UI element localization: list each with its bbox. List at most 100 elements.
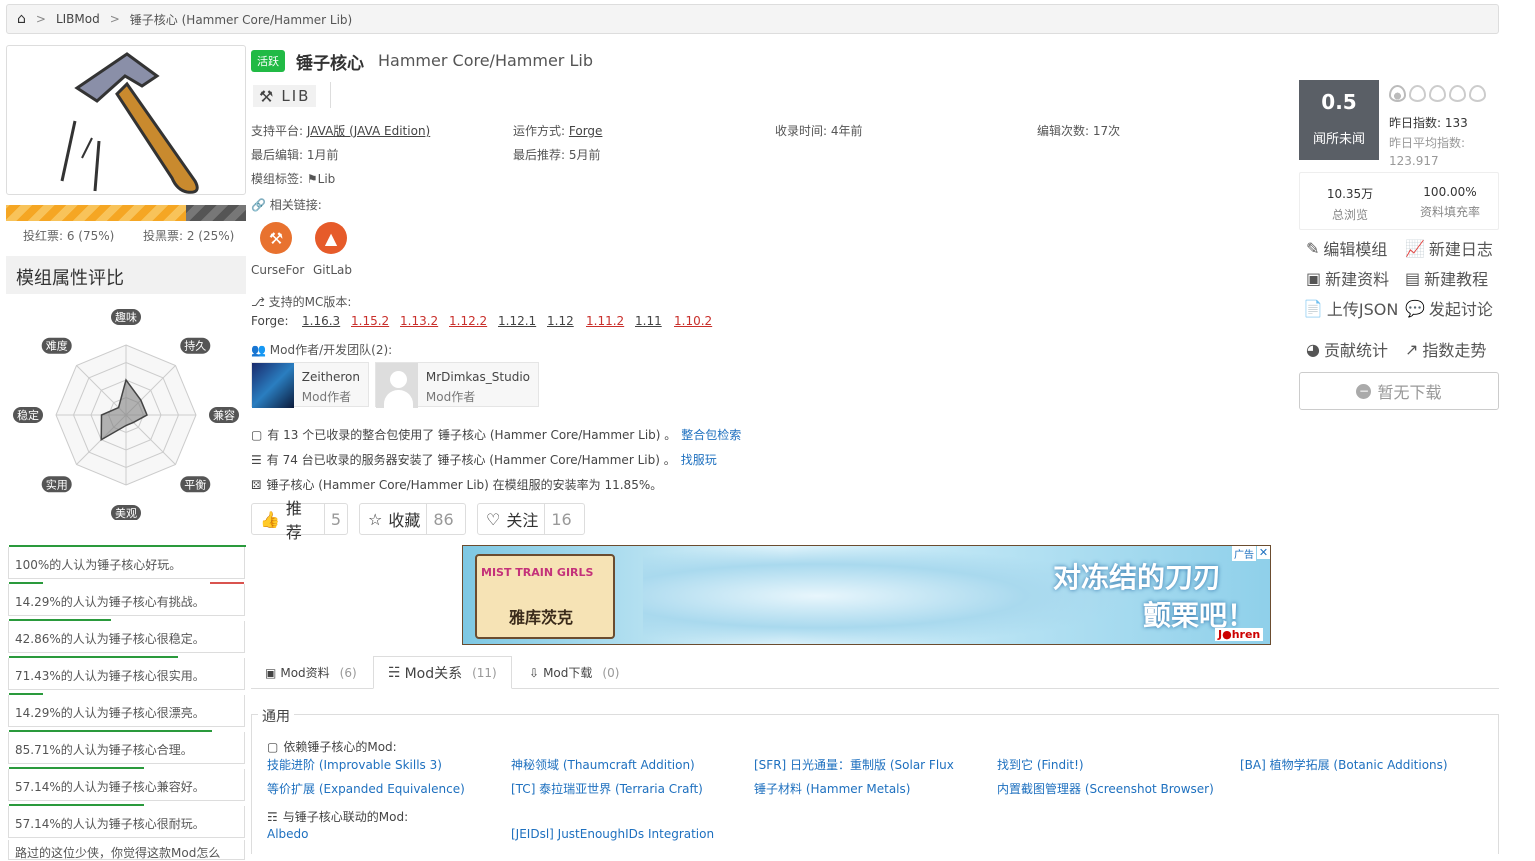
run-label: 运作方式:: [513, 124, 566, 138]
new-log-button[interactable]: 📈 新建日志: [1405, 236, 1493, 260]
dependent-mod-link[interactable]: 找到它 (Findit!): [997, 756, 1084, 773]
mc-version-link[interactable]: 1.11: [635, 314, 662, 328]
mod-subtitle: Hammer Core/Hammer Lib: [378, 51, 593, 70]
dependent-mod-link[interactable]: [BA] 植物学拓展 (Botanic Additions): [1240, 756, 1448, 773]
no-download-button[interactable]: − 暂无下载: [1299, 372, 1499, 410]
opinion-text: 85.71%的人认为锤子核心合理。: [15, 743, 193, 757]
mc-version-link[interactable]: 1.15.2: [351, 314, 389, 328]
mc-version-link[interactable]: 1.12.2: [449, 314, 487, 328]
upload-json-button[interactable]: 📄 上传JSON: [1303, 296, 1398, 320]
follow-label: 关注: [506, 511, 539, 530]
action-label: 新建日志: [1428, 240, 1493, 259]
advertisement-banner[interactable]: MIST TRAIN GIRLS 雅库茨克 对冻结的刀刃 颤栗吧！ J●hren…: [462, 545, 1271, 645]
run-link[interactable]: Forge: [569, 124, 603, 138]
start-discussion-button[interactable]: 💬 发起讨论: [1405, 296, 1493, 320]
curseforge-link[interactable]: CurseFor: [251, 263, 304, 277]
modpack-icon: ▢: [251, 427, 263, 442]
tab-bar: ▣ Mod资料 (6) ☵ Mod关系 (11) ⇩ Mod下载 (0): [251, 656, 1499, 689]
mc-version-link[interactable]: 1.16.3: [302, 314, 340, 328]
tab-count: (11): [472, 665, 497, 680]
author-card[interactable]: Zeitheron Mod作者: [251, 362, 369, 408]
tab-mod-info[interactable]: ▣ Mod资料 (6): [251, 656, 371, 689]
tutorial-icon: ▤: [1405, 268, 1421, 288]
tab-count: (0): [602, 665, 620, 680]
category-tag-label: LIB: [281, 87, 311, 105]
index-trend-button[interactable]: ↗ 指数走势: [1405, 337, 1486, 361]
dependent-mod-link[interactable]: [TC] 泰拉瑞亚世界 (Terraria Craft): [511, 780, 703, 797]
opinion-text: 57.14%的人认为锤子核心很耐玩。: [15, 817, 205, 831]
red-vote-count[interactable]: 投红票: 6 (75%): [23, 227, 114, 244]
attribute-radar-chart: 趣味持久兼容平衡美观 实用 稳定 难度: [13, 309, 239, 520]
opinion-bar: [9, 619, 111, 621]
curseforge-icon[interactable]: ⚒: [260, 222, 292, 254]
breadcrumb-current: 锤子核心 (Hammer Core/Hammer Lib): [129, 12, 353, 27]
yesterday-avg-label: 昨日平均指数:: [1389, 136, 1466, 150]
action-label: 编辑模组: [1323, 240, 1388, 259]
black-vote-count[interactable]: 投黑票: 2 (25%): [143, 227, 234, 244]
ad-close-icon[interactable]: ✕: [1257, 546, 1270, 559]
gitlab-icon[interactable]: ▲: [315, 222, 347, 254]
linked-mod-link[interactable]: [JEIDsl] JustEnoughIDs Integration: [511, 827, 714, 841]
action-label: 贡献统计: [1323, 341, 1388, 360]
tab-label: Mod关系: [404, 665, 463, 682]
opinion-item: 71.43%的人认为锤子核心很实用。: [8, 656, 245, 690]
mc-version-link[interactable]: 1.12: [547, 314, 574, 328]
opinion-item: 85.71%的人认为锤子核心合理。: [8, 730, 245, 764]
dependent-mod-link[interactable]: 技能进阶 (Improvable Skills 3): [267, 756, 442, 773]
opinion-text: 14.29%的人认为锤子核心很漂亮。: [15, 706, 205, 720]
author-card[interactable]: MrDimkas_Studio Mod作者: [375, 362, 539, 408]
platform-link[interactable]: JAVA版 (JAVA Edition): [307, 124, 430, 138]
modpack-search-link[interactable]: 整合包检索: [681, 426, 741, 443]
opinion-text: 14.29%的人认为锤子核心有挑战。: [15, 595, 205, 609]
mc-version-link[interactable]: 1.11.2: [586, 314, 624, 328]
gitlab-link[interactable]: GitLab: [313, 263, 352, 277]
lastrec-label: 最后推荐:: [513, 148, 566, 162]
tab-mod-download[interactable]: ⇩ Mod下载 (0): [515, 656, 633, 689]
dependent-mod-link[interactable]: 锤子材料 (Hammer Metals): [754, 780, 910, 797]
tag-lib[interactable]: Lib: [318, 172, 336, 186]
mod-cover-image: [6, 45, 246, 195]
category-tag[interactable]: ⚒ LIB: [253, 85, 317, 107]
tab-mod-relations[interactable]: ☵ Mod关系 (11): [373, 656, 512, 689]
contribution-stats-button[interactable]: ◕ 贡献统计: [1306, 337, 1388, 361]
mc-version-link[interactable]: 1.12.1: [498, 314, 536, 328]
fill-rate: 100.00%: [1423, 185, 1477, 199]
edit-mod-button[interactable]: ✎ 编辑模组: [1306, 236, 1387, 260]
thumbs-up-icon: 👍: [260, 509, 280, 529]
ad-game-logo: MIST TRAIN GIRLS: [481, 566, 594, 579]
sitemap-icon: ☵: [388, 664, 401, 681]
hammer-and-nails-icon: [60, 52, 199, 194]
action-label: 发起讨论: [1428, 300, 1493, 319]
no-download-label: 暂无下载: [1377, 383, 1442, 402]
box-icon: ▢: [267, 739, 279, 754]
follow-button[interactable]: ♡ 关注 16: [477, 503, 585, 535]
favorite-label: 收藏: [388, 511, 421, 530]
views-label: 总浏览: [1331, 208, 1368, 222]
dependent-mod-link[interactable]: 内置截图管理器 (Screenshot Browser): [997, 780, 1214, 797]
linked-label: 与锤子核心联动的Mod:: [282, 810, 409, 824]
recommend-button[interactable]: 👍 推荐 5: [251, 499, 348, 542]
favorite-button[interactable]: ☆ 收藏 86: [359, 503, 466, 535]
heart-icon: ♡: [486, 509, 501, 529]
tab-count: (6): [339, 665, 357, 680]
mc-version-link[interactable]: 1.10.2: [674, 314, 712, 328]
breadcrumb-separator: >: [35, 12, 46, 26]
radar-axis-label: 稳定: [17, 408, 39, 422]
favorite-count: 86: [426, 504, 459, 534]
new-info-button[interactable]: ▣ 新建资料: [1306, 266, 1389, 290]
linked-mod-link[interactable]: Albedo: [267, 827, 309, 841]
opinion-item: 14.29%的人认为锤子核心有挑战。: [8, 582, 245, 616]
dependent-mod-link[interactable]: [SFR] 日光通量：重制版 (Solar Flux: [754, 756, 954, 773]
new-tutorial-button[interactable]: ▤ 新建教程: [1405, 266, 1488, 290]
home-icon[interactable]: ⌂: [17, 11, 26, 27]
mc-version-link[interactable]: 1.13.2: [400, 314, 438, 328]
find-server-link[interactable]: 找服玩: [681, 451, 717, 468]
dependent-mod-link[interactable]: 神秘领域 (Thaumcraft Addition): [511, 756, 695, 773]
fill-rate-label: 资料填充率: [1419, 205, 1480, 219]
flame-icon: [1469, 85, 1486, 102]
file-icon: 📄: [1303, 298, 1323, 318]
breadcrumb-libmod[interactable]: LIBMod: [56, 12, 100, 26]
recommend-label: 推荐: [285, 499, 302, 542]
opinion-negative-bar: [210, 582, 244, 584]
dependent-mod-link[interactable]: 等价扩展 (Expanded Equivalence): [267, 780, 465, 797]
